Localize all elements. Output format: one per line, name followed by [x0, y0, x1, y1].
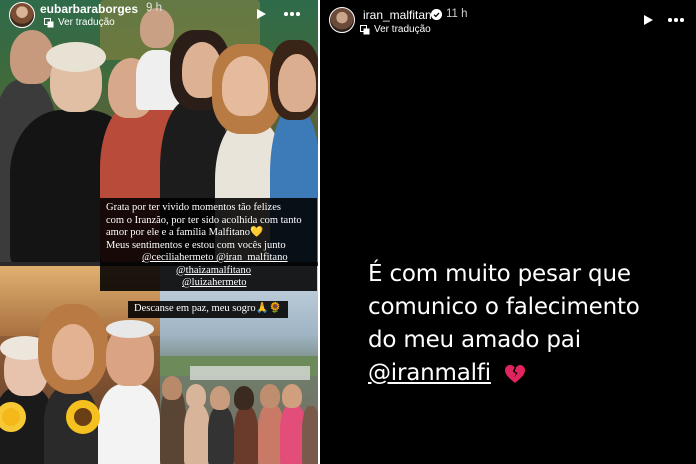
broken-heart-icon	[505, 364, 526, 383]
story-text: É com muito pesar que comunico o falecim…	[368, 258, 688, 390]
play-icon[interactable]	[642, 14, 654, 26]
story-text-line: É com muito pesar que	[368, 261, 631, 287]
story-caption-secondary: Descanse em paz, meu sogro🙏🌻	[128, 301, 288, 318]
story-caption: Grata por ter vivido momentos tão felize…	[100, 198, 317, 291]
story-header-left: eubarbaraborges 9 h Ver tradução	[0, 0, 318, 32]
username[interactable]: iran_malfitano	[363, 8, 438, 22]
caption-mention-line[interactable]: @luizahermeto	[106, 277, 311, 290]
play-icon[interactable]	[255, 8, 267, 20]
translate-button[interactable]: Ver tradução	[360, 24, 431, 35]
post-time: 9 h	[146, 2, 162, 14]
post-time: 11 h	[446, 8, 468, 20]
mention-link[interactable]: @iranmalfi	[368, 360, 491, 386]
translate-icon	[44, 17, 54, 27]
translate-button[interactable]: Ver tradução	[44, 17, 115, 28]
translate-label: Ver tradução	[374, 24, 431, 35]
story-text-line: comunico o falecimento	[368, 294, 640, 320]
translate-icon	[360, 24, 370, 34]
story-photo-beach	[160, 266, 318, 464]
caption-line: Meus sentimentos e estou com vocês junto	[106, 239, 286, 251]
caption-line: com o Iranzão, por ter sido acolhida com…	[106, 214, 302, 226]
caption-mention-line[interactable]: @ceciliahermeto @iran_malfitano	[106, 252, 311, 265]
caption-line: amor por ele e a família Malfitano💛	[106, 227, 264, 238]
username[interactable]: eubarbaraborges	[40, 2, 138, 16]
more-icon[interactable]	[668, 14, 684, 26]
story-text-line: do meu amado pai	[368, 327, 581, 353]
caption-line: Grata por ter vivido momentos tão felize…	[106, 202, 281, 213]
avatar[interactable]	[9, 2, 35, 28]
translate-label: Ver tradução	[58, 17, 115, 28]
story-text-line-mention: @iranmalfi	[368, 357, 688, 390]
verified-icon	[431, 9, 442, 20]
more-icon[interactable]	[284, 8, 300, 20]
avatar[interactable]	[329, 7, 355, 33]
story-photo-sunflowers	[0, 266, 160, 464]
caption-mention-line[interactable]: @thaizamalfitano	[106, 265, 311, 278]
story-left[interactable]: Grata por ter vivido momentos tão felize…	[0, 0, 318, 464]
story-right[interactable]: iran_malfitano 11 h Ver tradução É com m…	[320, 0, 696, 464]
